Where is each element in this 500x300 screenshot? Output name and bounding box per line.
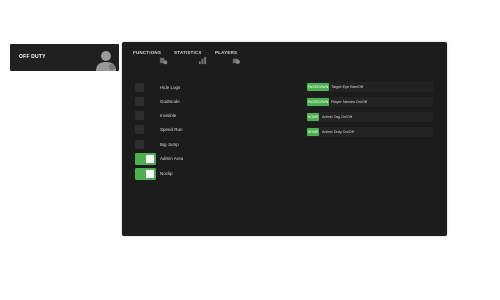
- toggle-row-big-jump: Big Jump: [135, 140, 255, 152]
- toggle-row-admin-area: Admin Area: [135, 153, 255, 165]
- toggle-label: Admin Area: [160, 156, 184, 161]
- keybind-key-button[interactable]: HOME: [307, 128, 319, 136]
- toggle-row-noclip: Noclip: [135, 168, 255, 180]
- admin-menu-panel: FUNCTIONS STATISTICS PLAYERS Hide Logs G…: [122, 42, 447, 236]
- duty-status-label: OFF DUTY: [19, 54, 46, 60]
- godmode-toggle[interactable]: [135, 97, 144, 106]
- tab-functions[interactable]: FUNCTIONS: [133, 50, 161, 55]
- toggle-label: Invisible: [160, 113, 177, 118]
- invisible-toggle[interactable]: [135, 111, 144, 120]
- toggle-label: Noclip: [160, 171, 173, 176]
- chart-icon: [198, 56, 207, 65]
- keybind-row-admin-duty: HOME Admin Duty On/Off: [306, 127, 433, 137]
- gear-icon: [159, 57, 168, 65]
- toggle-row-invisible: Invisible: [135, 111, 255, 123]
- tab-bar: FUNCTIONS STATISTICS PLAYERS: [122, 42, 252, 66]
- toggle-knob: [146, 170, 154, 178]
- user-icon: [96, 51, 116, 71]
- keybind-key-button[interactable]: HOME: [307, 113, 319, 121]
- keybind-label: Player Names On/Off: [331, 100, 368, 104]
- tab-players[interactable]: PLAYERS: [215, 50, 237, 55]
- keybind-row-target-eye: PAGEDOWN Target Eye Ban/Off: [306, 82, 433, 92]
- admin-area-toggle[interactable]: [135, 153, 156, 165]
- noclip-toggle[interactable]: [135, 168, 156, 180]
- toggle-row-speed-run: Speed Run: [135, 125, 255, 137]
- keybind-row-player-names: PAGEDOWN Player Names On/Off: [306, 97, 433, 107]
- toggle-label: Hide Logs: [160, 85, 181, 90]
- keybind-label: Admin Duty On/Off: [322, 130, 354, 134]
- keybind-label: Target Eye Ban/Off: [331, 85, 364, 89]
- speed-run-toggle[interactable]: [135, 125, 144, 134]
- toggle-label: Big Jump: [160, 142, 179, 147]
- toggle-knob: [146, 155, 154, 163]
- tab-statistics[interactable]: STATISTICS: [174, 50, 202, 55]
- duty-status-card[interactable]: OFF DUTY: [10, 44, 119, 71]
- toggle-row-godmode: Godmode: [135, 97, 255, 109]
- players-icon: [232, 58, 240, 64]
- hide-logs-toggle[interactable]: [135, 83, 144, 92]
- keybind-key-button[interactable]: PAGEDOWN: [307, 98, 329, 106]
- toggle-label: Godmode: [160, 99, 180, 104]
- big-jump-toggle[interactable]: [135, 140, 144, 149]
- keybind-key-button[interactable]: PAGEDOWN: [307, 83, 329, 91]
- keybind-label: Admin Tag On/Off: [322, 115, 353, 119]
- toggle-row-hide-logs: Hide Logs: [135, 83, 255, 95]
- keybind-row-admin-tag: HOME Admin Tag On/Off: [306, 112, 433, 122]
- toggle-label: Speed Run: [160, 127, 183, 132]
